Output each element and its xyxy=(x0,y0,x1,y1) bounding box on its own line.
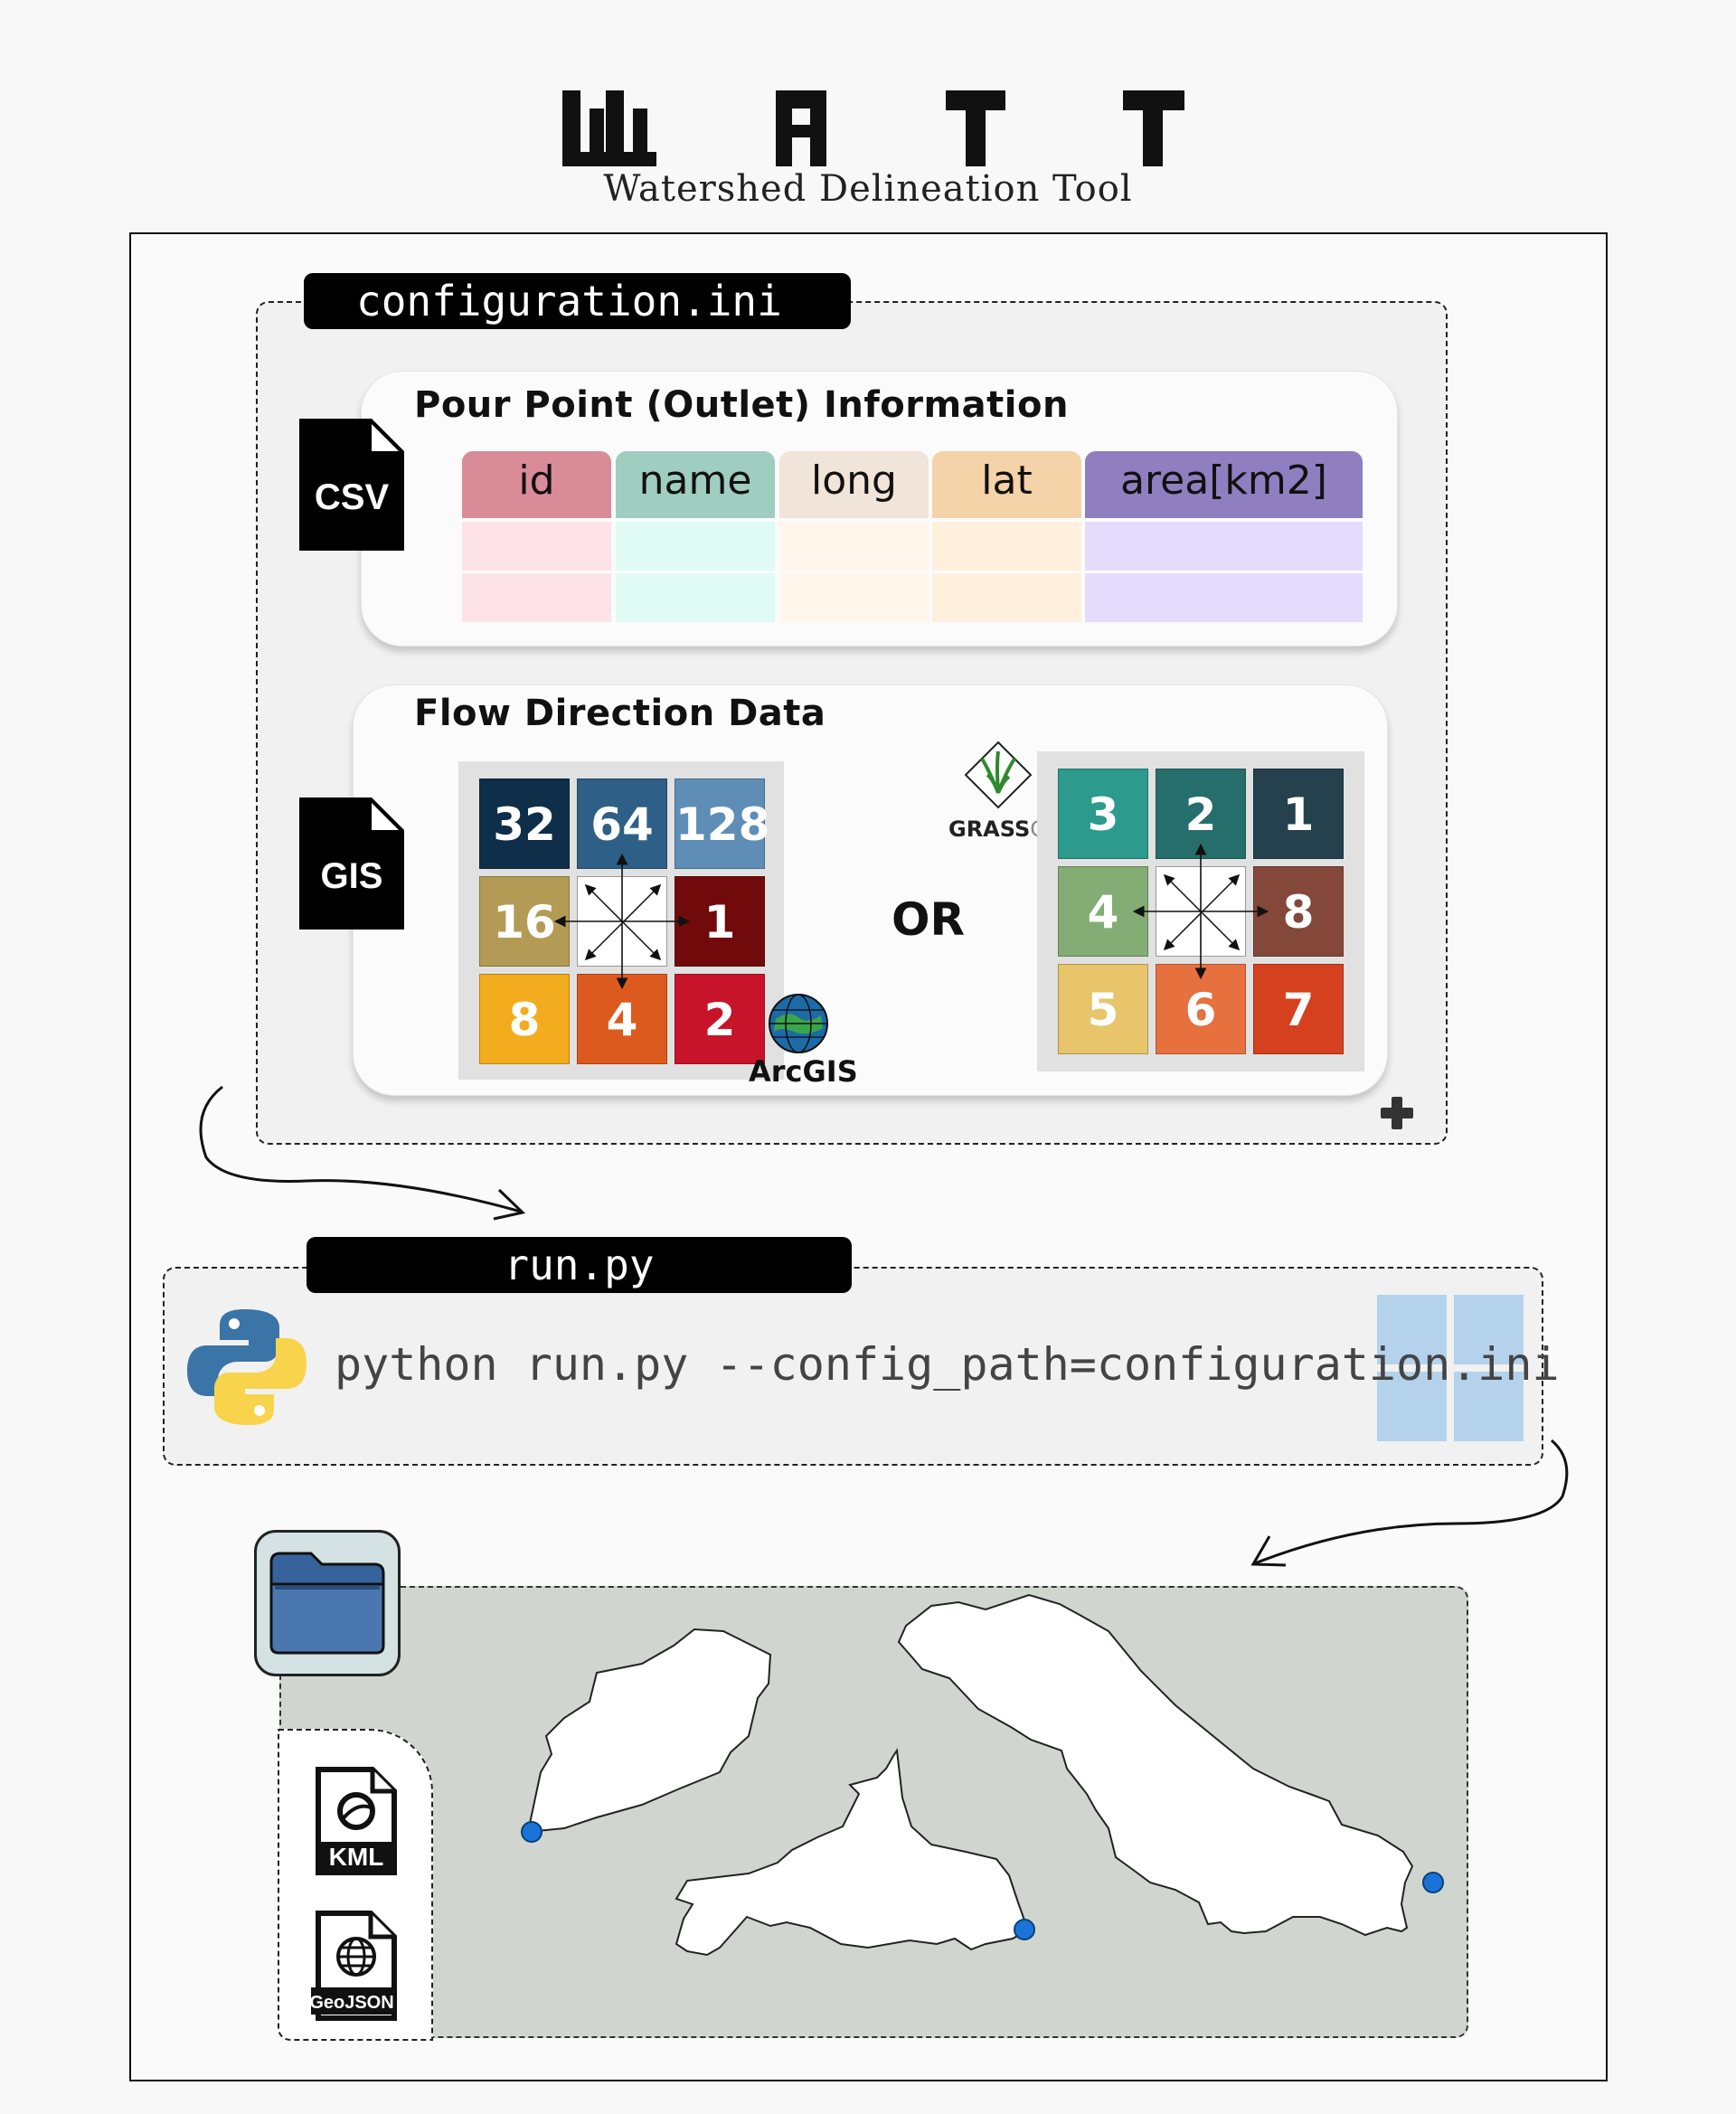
grass-logo-icon xyxy=(964,741,1033,809)
csv-file-icon: CSV xyxy=(299,419,404,551)
grass-flow-arrows xyxy=(1132,843,1269,980)
flow-direction-title: Flow Direction Data xyxy=(414,693,826,734)
config-filename-tab: configuration.ini xyxy=(304,273,851,329)
outlet-point-3 xyxy=(1422,1872,1444,1893)
geojson-file-icon: GeoJSON xyxy=(309,1911,397,2021)
table-cell xyxy=(932,573,1081,622)
table-header-cell: long xyxy=(779,451,929,518)
watershed-1 xyxy=(526,1628,772,1834)
gis-file-icon: GIS xyxy=(299,797,404,930)
globe-icon xyxy=(769,994,828,1053)
kml-label: KML xyxy=(329,1843,384,1871)
watershed-2 xyxy=(675,1748,1030,1957)
kml-file-icon: KML xyxy=(316,1767,397,1875)
table-cell xyxy=(462,522,611,571)
folder-icon xyxy=(269,1552,385,1655)
table-header-cell: area[km2] xyxy=(1085,451,1363,518)
or-separator: OR xyxy=(892,893,966,946)
table-header-cell: id xyxy=(462,451,611,518)
run-command: python run.py --config_path=configuratio… xyxy=(335,1338,1560,1391)
table-cell xyxy=(616,522,775,571)
table-cell xyxy=(779,573,929,622)
python-logo-icon xyxy=(187,1309,307,1425)
table-cell xyxy=(1085,522,1363,571)
table-header-cell: lat xyxy=(932,451,1081,518)
table-cell xyxy=(462,573,611,622)
flow-arrow-run-to-output xyxy=(1250,1439,1569,1567)
watt-logo xyxy=(562,90,1184,166)
gis-file-label: GIS xyxy=(321,856,383,896)
arcgis-flow-arrows xyxy=(553,853,691,990)
grass-label-main: GRASS xyxy=(948,816,1031,842)
table-cell xyxy=(616,573,775,622)
run-filename-tab: run.py xyxy=(307,1237,852,1293)
csv-file-label: CSV xyxy=(315,477,390,517)
arcgis-label: ArcGIS xyxy=(749,1054,858,1089)
subtitle: Watershed Delineation Tool xyxy=(603,168,1133,210)
outlet-point-1 xyxy=(521,1821,542,1843)
pour-point-title: Pour Point (Outlet) Information xyxy=(414,384,1069,426)
table-cell xyxy=(779,522,929,571)
plus-icon xyxy=(1381,1097,1413,1129)
flow-arrow-config-to-run xyxy=(199,1085,526,1221)
table-cell xyxy=(932,522,1081,571)
table-cell xyxy=(1085,573,1363,622)
watershed-polygons xyxy=(521,1593,1444,1957)
outlet-point-2 xyxy=(1014,1919,1035,1940)
geojson-label: GeoJSON xyxy=(309,1993,393,2013)
table-header-cell: name xyxy=(616,451,775,518)
